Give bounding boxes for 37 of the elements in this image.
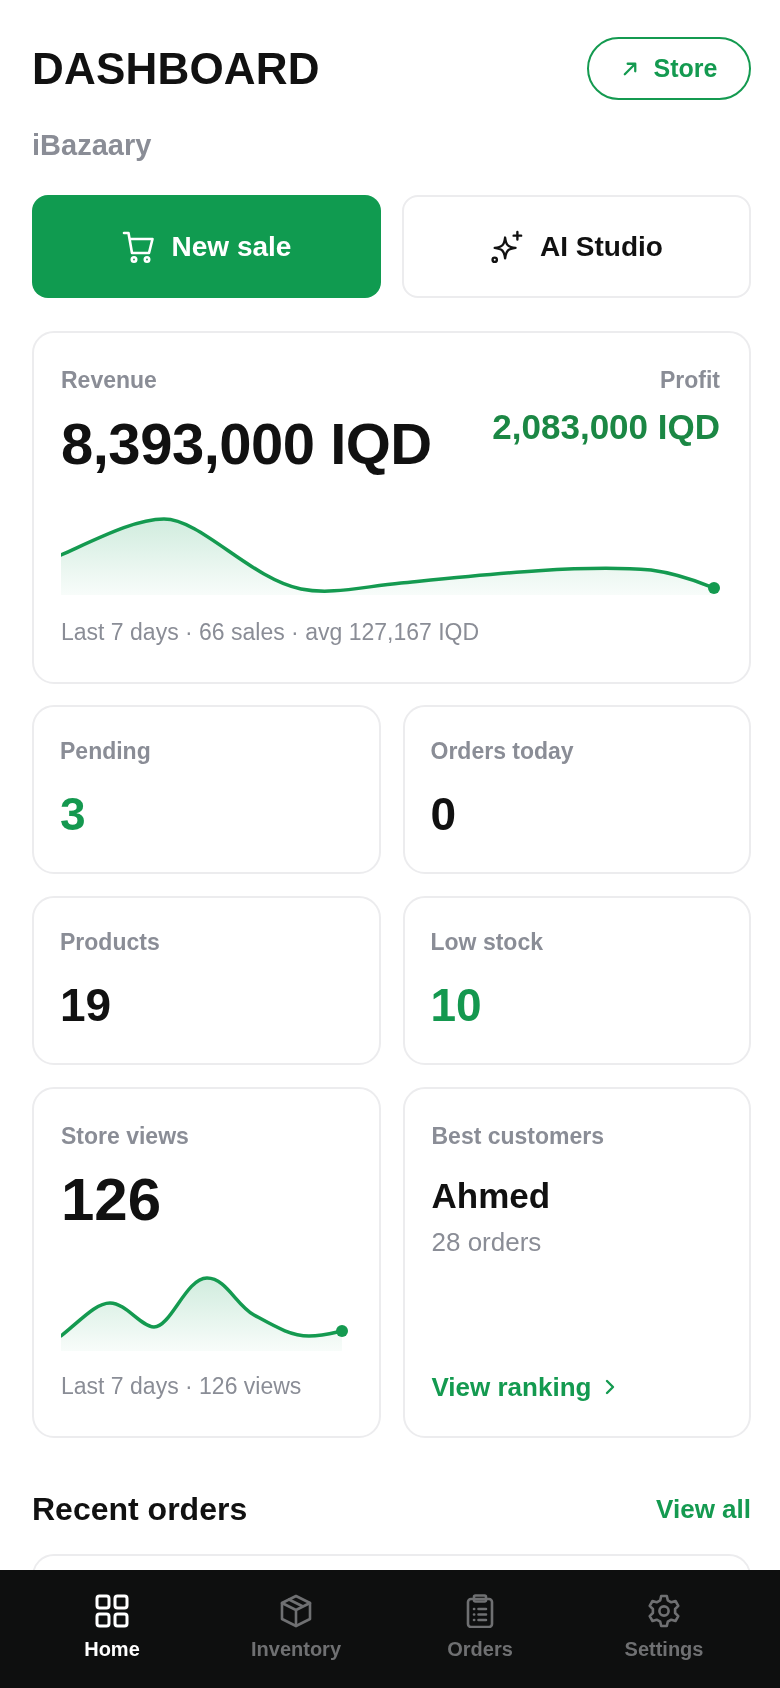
profit-label: Profit <box>658 367 720 393</box>
stat-value: 19 <box>60 979 113 1031</box>
nav-tab[interactable]: Orders <box>388 1570 572 1688</box>
stat-label: Orders today <box>430 738 575 764</box>
ai-studio-button[interactable]: AI Studio <box>402 195 751 298</box>
customer-name: Ahmed <box>431 1175 552 1217</box>
stat-label: Products <box>60 929 161 955</box>
page-title: DASHBOARD <box>32 43 320 94</box>
nav-tab[interactable]: Inventory <box>204 1570 388 1688</box>
stat-value: 10 <box>430 979 483 1031</box>
grid-icon <box>95 1594 129 1628</box>
customer-order-count: 28 orders <box>431 1227 543 1257</box>
best-customers-label: Best customers <box>431 1123 606 1149</box>
nav-tab[interactable]: Home <box>20 1570 204 1688</box>
stat-label: Pending <box>60 738 152 764</box>
settings-icon <box>647 1594 681 1628</box>
store-button[interactable]: Store <box>587 37 751 100</box>
store-name: iBazaary <box>32 128 153 162</box>
nav-tab[interactable]: Settings <box>572 1570 756 1688</box>
stat-label: Low stock <box>430 929 544 955</box>
view-all-link[interactable]: View all <box>656 1493 751 1525</box>
new-sale-button[interactable]: New sale <box>32 195 381 298</box>
store-views-summary: Last 7 days · 126 views <box>61 1373 303 1400</box>
profit-value: 2,083,000 IQD <box>492 407 720 447</box>
stat-value: 0 <box>430 788 458 840</box>
revenue-label: Revenue <box>61 367 158 393</box>
view-ranking-link[interactable]: View ranking <box>431 1372 616 1402</box>
cart-icon <box>121 229 156 264</box>
revenue-value: 8,393,000 IQD <box>61 411 432 477</box>
stat-value: 3 <box>60 788 87 840</box>
chevron-right-icon <box>605 1379 616 1395</box>
store-views-label: Store views <box>61 1123 190 1149</box>
revenue-summary: Last 7 days · 66 sales · avg 127,167 IQD <box>61 619 481 646</box>
sparkles-icon <box>490 229 525 264</box>
box-icon <box>279 1594 313 1628</box>
section-title: Recent orders <box>32 1490 248 1528</box>
store-views-value: 126 <box>61 1167 163 1233</box>
